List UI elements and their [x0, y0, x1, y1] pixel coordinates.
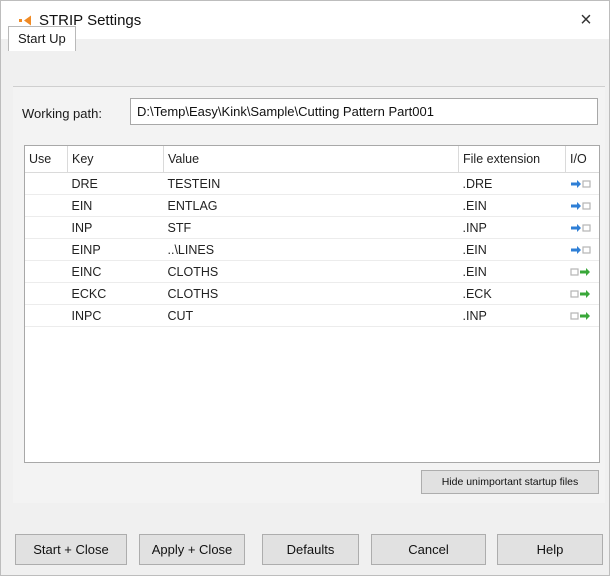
- table-row[interactable]: ECKC CLOTHS .ECK: [25, 282, 599, 305]
- use-cell[interactable]: [25, 304, 68, 327]
- value-cell: CUT: [163, 304, 459, 327]
- value-cell: ENTLAG: [163, 194, 459, 217]
- defaults-button[interactable]: Defaults: [262, 534, 359, 565]
- arrow-out-of-file-icon: [569, 287, 592, 301]
- extension-cell: .EIN: [458, 238, 566, 261]
- key-cell: ECKC: [67, 282, 164, 305]
- arrow-into-file-icon: [570, 221, 592, 235]
- table-row[interactable]: EIN ENTLAG .EIN: [25, 194, 599, 217]
- value-cell: CLOTHS: [163, 260, 459, 283]
- working-path-label: Working path:: [22, 106, 102, 121]
- working-path-input[interactable]: [130, 98, 598, 125]
- value-cell: TESTEIN: [163, 172, 459, 195]
- extension-cell: .INP: [458, 304, 566, 327]
- tab-start-up[interactable]: Start Up: [8, 26, 76, 51]
- value-cell: CLOTHS: [163, 282, 459, 305]
- key-cell: DRE: [67, 172, 164, 195]
- io-cell: [565, 172, 599, 195]
- title-bar: STRIP Settings ×: [1, 1, 609, 39]
- io-cell: [565, 238, 599, 261]
- value-cell: ..\LINES: [163, 238, 459, 261]
- key-cell: EINP: [67, 238, 164, 261]
- io-cell: [565, 194, 599, 217]
- arrow-into-file-icon: [570, 243, 592, 257]
- key-cell: EINC: [67, 260, 164, 283]
- start-close-button[interactable]: Start + Close: [15, 534, 127, 565]
- extension-cell: .ECK: [458, 282, 566, 305]
- use-cell[interactable]: [25, 238, 68, 261]
- use-cell[interactable]: [25, 282, 68, 305]
- extension-cell: .INP: [458, 216, 566, 239]
- io-cell: [565, 304, 599, 327]
- use-cell[interactable]: [25, 194, 68, 217]
- key-cell: EIN: [67, 194, 164, 217]
- io-cell: [565, 260, 599, 283]
- column-header-file-extension[interactable]: File extension: [458, 146, 566, 173]
- arrow-out-of-file-icon: [569, 265, 592, 279]
- use-cell[interactable]: [25, 216, 68, 239]
- column-header-io[interactable]: I/O: [565, 146, 599, 173]
- table-row[interactable]: EINC CLOTHS .EIN: [25, 260, 599, 283]
- table-row[interactable]: EINP ..\LINES .EIN: [25, 238, 599, 261]
- apply-close-button[interactable]: Apply + Close: [139, 534, 245, 565]
- extension-cell: .EIN: [458, 260, 566, 283]
- key-cell: INPC: [67, 304, 164, 327]
- table-row[interactable]: INPC CUT .INP: [25, 304, 599, 327]
- table-header-row: Use Key Value File extension I/O: [25, 146, 599, 173]
- close-icon[interactable]: ×: [571, 5, 601, 35]
- extension-cell: .EIN: [458, 194, 566, 217]
- use-cell[interactable]: [25, 172, 68, 195]
- arrow-into-file-icon: [570, 199, 592, 213]
- column-header-value[interactable]: Value: [163, 146, 459, 173]
- hide-unimportant-files-button[interactable]: Hide unimportant startup files: [421, 470, 599, 494]
- column-header-use[interactable]: Use: [25, 146, 68, 173]
- cancel-button[interactable]: Cancel: [371, 534, 486, 565]
- key-cell: INP: [67, 216, 164, 239]
- column-header-key[interactable]: Key: [67, 146, 164, 173]
- extension-cell: .DRE: [458, 172, 566, 195]
- use-cell[interactable]: [25, 260, 68, 283]
- arrow-out-of-file-icon: [569, 309, 592, 323]
- startup-files-table: Use Key Value File extension I/O DRE TEST…: [24, 145, 600, 463]
- io-cell: [565, 216, 599, 239]
- help-button[interactable]: Help: [497, 534, 603, 565]
- table-row[interactable]: INP STF .INP: [25, 216, 599, 239]
- arrow-into-file-icon: [570, 177, 592, 191]
- io-cell: [565, 282, 599, 305]
- value-cell: STF: [163, 216, 459, 239]
- settings-window: STRIP Settings × Start Up Working path: …: [0, 0, 610, 576]
- table-row[interactable]: DRE TESTEIN .DRE: [25, 172, 599, 195]
